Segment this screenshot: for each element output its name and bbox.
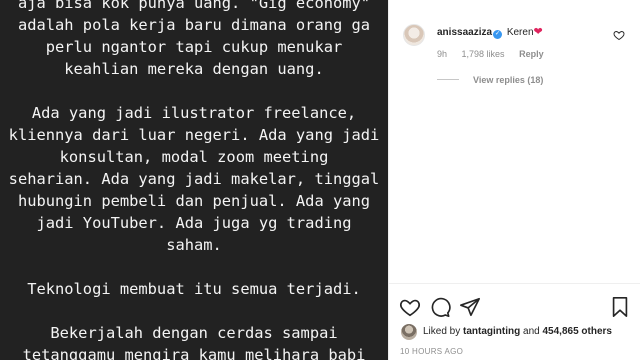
comment-text: Keren [506, 27, 534, 38]
post-caption-image-text: aja bisa kok punya uang. "Gig economy" a… [0, 0, 388, 360]
view-replies-link[interactable]: View replies (18) [437, 75, 543, 85]
post-text-line: aja bisa kok punya uang. "Gig economy" [17, 0, 371, 12]
bookmark-icon[interactable] [609, 296, 631, 318]
post-text-gap [0, 300, 388, 322]
share-icon[interactable] [459, 296, 481, 318]
post-text-line: Ada yang jadi ilustrator freelance, [31, 104, 357, 122]
comment-icon[interactable] [429, 296, 451, 318]
post-timestamp[interactable]: 10 HOURS AGO [400, 347, 463, 356]
post-text-line: hubungin pembeli dan penjual. Ada yang [17, 192, 371, 210]
liker-username[interactable]: tantaginting [463, 326, 520, 337]
post-text-line: Bekerjalah dengan cerdas sampai [50, 324, 338, 342]
verified-badge-icon: ✓ [493, 30, 503, 39]
post-actions-bar [399, 296, 631, 318]
post-text-line: kliennya dari luar negeri. Ada yang jadi [8, 126, 380, 144]
post-text-line: Teknologi membuat itu semua terjadi. [27, 280, 361, 298]
post-text-line: tetanggamu mengira kamu melihara babi [22, 346, 366, 360]
post-text-gap [0, 256, 388, 278]
liked-by-text: Liked by tantaginting and 454,865 others [423, 326, 612, 337]
liked-by-prefix: Liked by [423, 326, 464, 337]
post-text-line: adalah pola kerja baru dimana orang ga [17, 16, 371, 34]
reply-button[interactable]: Reply [519, 49, 544, 59]
post-text-gap [0, 80, 388, 102]
comment-time[interactable]: 9h [437, 49, 447, 59]
view-replies-label: View replies (18) [473, 75, 544, 85]
heart-icon[interactable] [399, 296, 421, 318]
post-text-line: konsultan, modal zoom meeting [59, 148, 329, 166]
post-image: aja bisa kok punya uang. "Gig economy" a… [0, 0, 388, 360]
post-text-line: keahlian mereka dengan uang. [64, 60, 324, 78]
liker-avatar[interactable] [401, 324, 417, 340]
commenter-username[interactable]: anissaaziza [437, 27, 492, 38]
comment-likes-count[interactable]: 1,798 likes [462, 49, 505, 59]
comment-meta: 9h 1,798 likes Reply [437, 49, 556, 59]
post-text-line: perlu ngantor tapi cukup menukar [45, 38, 343, 56]
liked-by-row: Liked by tantaginting and 454,865 others [401, 323, 637, 341]
comment-like-heart-icon[interactable] [613, 29, 625, 41]
actions-divider [389, 283, 640, 284]
heart-emoji: ❤ [533, 26, 543, 38]
liked-by-and: and [520, 326, 543, 337]
comment-body: anissaaziza ✓ Keren❤ [437, 25, 617, 40]
post-text-line: seharian. Ada yang jadi makelar, tinggal [8, 170, 380, 188]
commenter-avatar[interactable] [403, 24, 425, 46]
post-text-line: saham. [166, 236, 222, 254]
likes-others-count[interactable]: 454,865 others [543, 326, 613, 337]
post-text-line: jadi YouTuber. Ada juga yg trading [36, 214, 352, 232]
comments-panel: anissaaziza ✓ Keren❤ 9h 1,798 likes Reply… [389, 0, 640, 360]
replies-dash [437, 79, 459, 80]
